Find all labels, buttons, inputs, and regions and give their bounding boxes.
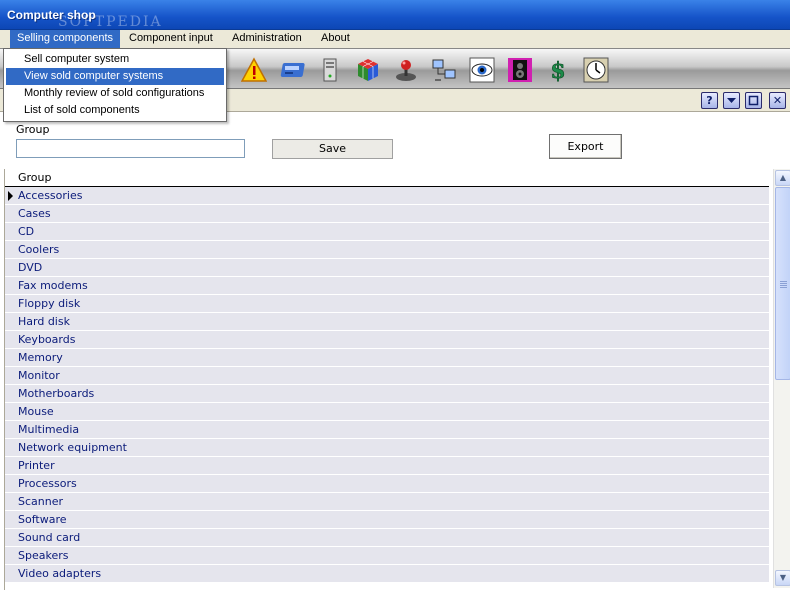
title-bar: Computer shop SOFTPEDIA xyxy=(0,0,790,30)
group-cell: Multimedia xyxy=(18,423,80,436)
table-row[interactable]: Sound card xyxy=(5,529,769,547)
group-cell: Cases xyxy=(18,207,51,220)
group-cell: Fax modems xyxy=(18,279,88,292)
table-row[interactable]: Mouse xyxy=(5,403,769,421)
table-row[interactable]: Printer xyxy=(5,457,769,475)
group-cell: Network equipment xyxy=(18,441,127,454)
warning-icon[interactable] xyxy=(240,57,268,83)
table-row[interactable]: Monitor xyxy=(5,367,769,385)
dropdown-icon[interactable] xyxy=(723,92,740,109)
group-cell: Monitor xyxy=(18,369,60,382)
menu-about[interactable]: About xyxy=(314,30,357,48)
tower-computer-icon[interactable] xyxy=(317,57,343,83)
table-row[interactable]: Accessories xyxy=(5,187,769,205)
groups-grid: Group Accessories Cases CD Coolers DVD Fax mo… xyxy=(4,169,790,590)
clock-icon[interactable] xyxy=(583,57,609,83)
save-button[interactable]: Save xyxy=(272,139,393,159)
table-row[interactable]: DVD xyxy=(5,259,769,277)
group-cell: Floppy disk xyxy=(18,297,81,310)
table-row[interactable]: Hard disk xyxy=(5,313,769,331)
table-row[interactable]: Network equipment xyxy=(5,439,769,457)
table-row[interactable]: Coolers xyxy=(5,241,769,259)
table-row[interactable]: Scanner xyxy=(5,493,769,511)
group-input[interactable] xyxy=(16,139,245,158)
group-cell: Speakers xyxy=(18,549,69,562)
table-row[interactable]: Memory xyxy=(5,349,769,367)
table-row[interactable]: Floppy disk xyxy=(5,295,769,313)
group-label: Group xyxy=(16,123,50,136)
grid-body: Accessories Cases CD Coolers DVD Fax modems Fl… xyxy=(5,187,769,583)
watermark: SOFTPEDIA xyxy=(58,14,163,30)
eye-icon[interactable] xyxy=(469,57,495,83)
table-row[interactable]: Motherboards xyxy=(5,385,769,403)
group-cell: Printer xyxy=(18,459,55,472)
group-cell: Memory xyxy=(18,351,63,364)
group-cell: DVD xyxy=(18,261,43,274)
grip-icon xyxy=(780,281,787,288)
speaker-icon[interactable] xyxy=(507,57,533,83)
group-cell: Sound card xyxy=(18,531,81,544)
restore-icon[interactable] xyxy=(745,92,762,109)
menu-selling-components[interactable]: Selling components xyxy=(10,30,121,48)
menu-item-view-sold-systems[interactable]: View sold computer systems xyxy=(6,68,224,85)
group-cell: Accessories xyxy=(18,189,83,202)
group-cell: Software xyxy=(18,513,67,526)
joystick-icon[interactable] xyxy=(393,57,419,83)
scroll-thumb[interactable] xyxy=(775,187,790,380)
group-cell: Mouse xyxy=(18,405,54,418)
group-cell: Coolers xyxy=(18,243,60,256)
menu-item-sell-computer-system[interactable]: Sell computer system xyxy=(6,51,224,68)
group-cell: Hard disk xyxy=(18,315,70,328)
card-icon[interactable] xyxy=(279,57,305,83)
group-cell: Video adapters xyxy=(18,567,102,580)
group-cell: CD xyxy=(18,225,35,238)
table-row[interactable]: Video adapters xyxy=(5,565,769,583)
table-row[interactable]: Processors xyxy=(5,475,769,493)
table-row[interactable]: Cases xyxy=(5,205,769,223)
help-icon[interactable]: ? xyxy=(701,92,718,109)
export-button[interactable]: Export xyxy=(549,134,622,159)
svg-text:$: $ xyxy=(550,58,565,83)
group-cell: Keyboards xyxy=(18,333,76,346)
scroll-up-icon[interactable]: ▲ xyxy=(775,170,790,186)
menu-item-monthly-review[interactable]: Monthly review of sold configurations xyxy=(6,85,224,102)
scroll-down-icon[interactable]: ▼ xyxy=(775,570,790,586)
menu-component-input[interactable]: Component input xyxy=(122,30,220,48)
group-cell: Motherboards xyxy=(18,387,95,400)
table-row[interactable]: Keyboards xyxy=(5,331,769,349)
menu-bar: Selling components Component input Admin… xyxy=(0,30,790,48)
close-icon[interactable]: ✕ xyxy=(769,92,786,109)
table-row[interactable]: Fax modems xyxy=(5,277,769,295)
money-icon[interactable]: $ xyxy=(545,57,571,85)
cube-icon[interactable] xyxy=(355,57,381,83)
table-row[interactable]: Multimedia xyxy=(5,421,769,439)
table-row[interactable]: Software xyxy=(5,511,769,529)
row-indicator-icon xyxy=(8,191,13,201)
table-row[interactable]: CD xyxy=(5,223,769,241)
group-cell: Processors xyxy=(18,477,77,490)
menu-item-list-sold-components[interactable]: List of sold components xyxy=(6,102,224,119)
column-header-group[interactable]: Group xyxy=(5,169,769,187)
vertical-scrollbar[interactable]: ▲ ▼ xyxy=(773,169,790,588)
selling-components-menu: Sell computer system View sold computer … xyxy=(3,48,227,122)
table-row[interactable]: Speakers xyxy=(5,547,769,565)
group-cell: Scanner xyxy=(18,495,64,508)
menu-administration[interactable]: Administration xyxy=(225,30,309,48)
network-icon[interactable] xyxy=(431,57,457,83)
